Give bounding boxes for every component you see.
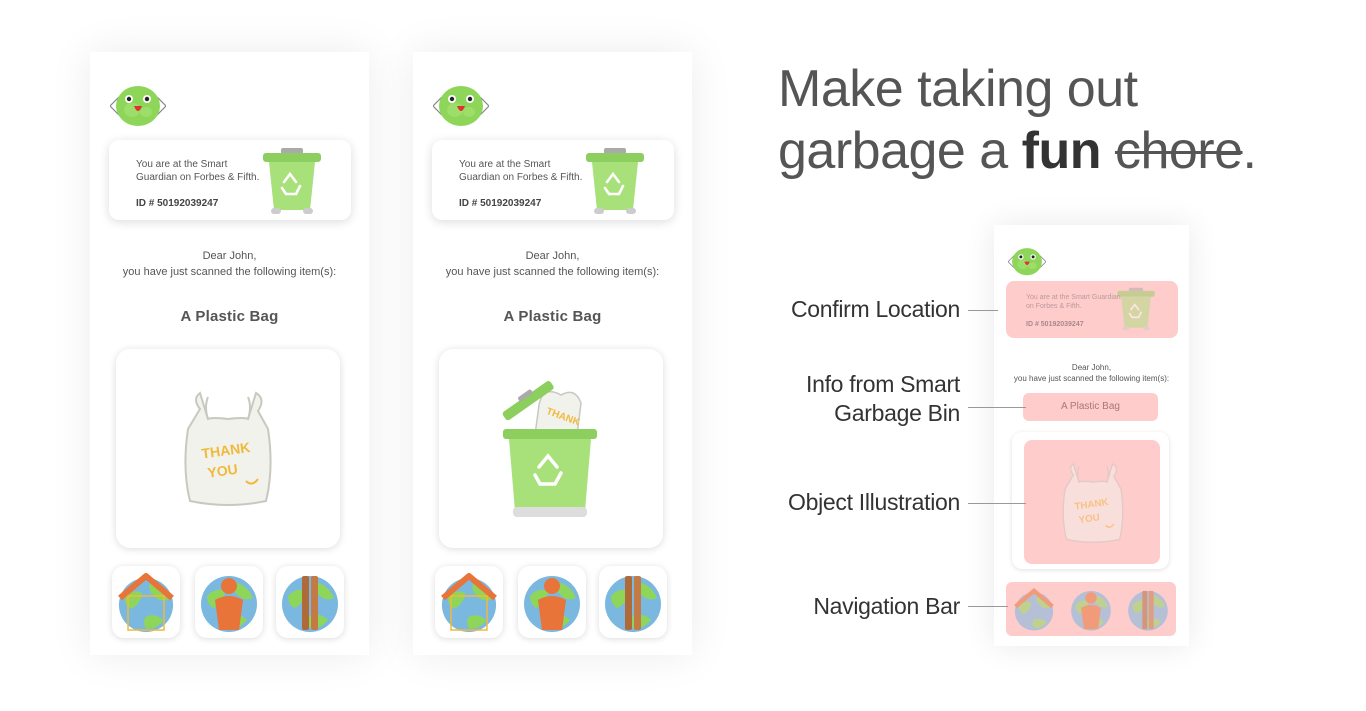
object-illustration: THANK [439, 349, 663, 548]
connector-line [968, 503, 1026, 504]
nav-profile-button[interactable] [195, 566, 263, 638]
person-earth-icon [201, 576, 257, 632]
phone-screen-bin-animation: You are at the Smart Guardian on Forbes … [413, 52, 692, 655]
nav-history-button[interactable] [599, 566, 667, 638]
location-id: ID # 50192039247 [459, 198, 542, 209]
headline-line2: garbage a fun chore. [778, 120, 1257, 182]
headline: Make taking out garbage a fun chore. [778, 58, 1257, 182]
label-confirm-location: Confirm Location [790, 296, 960, 322]
phone-screen-scan-result: You are at the Smart Guardian on Forbes … [90, 52, 369, 655]
navigation-bar-highlight [1006, 582, 1176, 636]
greeting-line: Dear John, [1071, 363, 1112, 372]
headline-bold-word: fun [1021, 122, 1102, 180]
location-text: You are at the Smart Guardian on Forbes … [136, 159, 260, 183]
greeting-subline: you have just scanned the following item… [122, 266, 337, 278]
greeting-subline: you have just scanned the following item… [445, 266, 660, 278]
object-illustration [116, 349, 340, 548]
scanned-item-name-highlight: A Plastic Bag [1023, 393, 1158, 421]
garbage-bin-icon [261, 148, 323, 214]
greeting-line: Dear John, [202, 250, 257, 262]
plastic-bag-icon [1058, 460, 1128, 546]
home-earth-icon [1014, 588, 1054, 631]
location-card: You are at the Smart Guardian on Forbes … [109, 140, 351, 220]
annotated-phone-screen: You are at the Smart Guardian on Forbes … [994, 225, 1189, 646]
headline-line1: Make taking out [778, 60, 1138, 118]
pipes-earth-icon [1128, 590, 1168, 631]
location-id: ID # 50192039247 [1026, 321, 1084, 328]
nav-history-button[interactable] [276, 566, 344, 638]
home-earth-icon [118, 573, 174, 633]
connector-line [968, 606, 1008, 607]
pipes-earth-icon [605, 576, 661, 632]
label-object-illustration: Object Illustration [788, 489, 960, 515]
person-earth-icon [1071, 590, 1111, 631]
nav-profile-button[interactable] [518, 566, 586, 638]
mascot-logo-icon[interactable] [110, 82, 166, 128]
garbage-bin-icon [1116, 287, 1156, 331]
object-illustration-highlight [1024, 440, 1160, 564]
home-earth-icon [441, 573, 497, 633]
location-card-highlight: You are at the Smart Guardian on Forbes … [1006, 281, 1178, 338]
location-id: ID # 50192039247 [136, 198, 219, 209]
plastic-bag-icon [178, 389, 278, 509]
greeting-line: Dear John, [525, 250, 580, 262]
location-card: You are at the Smart Guardian on Forbes … [432, 140, 674, 220]
label-navigation-bar: Navigation Bar [813, 593, 960, 619]
headline-end: . [1242, 122, 1257, 180]
navigation-bar [112, 566, 348, 638]
mascot-logo-icon [1008, 245, 1046, 277]
navigation-bar [435, 566, 671, 638]
label-info-line2: Garbage Bin [834, 400, 960, 426]
label-info-line1: Info from Smart [806, 371, 960, 397]
nav-home-button[interactable] [435, 566, 503, 638]
connector-line [968, 407, 1026, 408]
greeting-subline: you have just scanned the following item… [1013, 374, 1170, 383]
location-text: You are at the Smart Guardian on Forbes … [1026, 294, 1121, 310]
nav-home-button[interactable] [112, 566, 180, 638]
bag-in-bin-icon: THANK [502, 381, 597, 517]
mascot-logo-icon[interactable] [433, 82, 489, 128]
scanned-item-name: A Plastic Bag [180, 308, 279, 325]
headline-strike-word: chore [1114, 122, 1243, 180]
pipes-earth-icon [282, 576, 338, 632]
garbage-bin-icon [584, 148, 646, 214]
location-text: You are at the Smart Guardian on Forbes … [459, 159, 583, 183]
headline-prefix: garbage a [778, 122, 1022, 180]
person-earth-icon [524, 576, 580, 632]
connector-line [968, 310, 998, 311]
scanned-item-name: A Plastic Bag [503, 308, 602, 325]
